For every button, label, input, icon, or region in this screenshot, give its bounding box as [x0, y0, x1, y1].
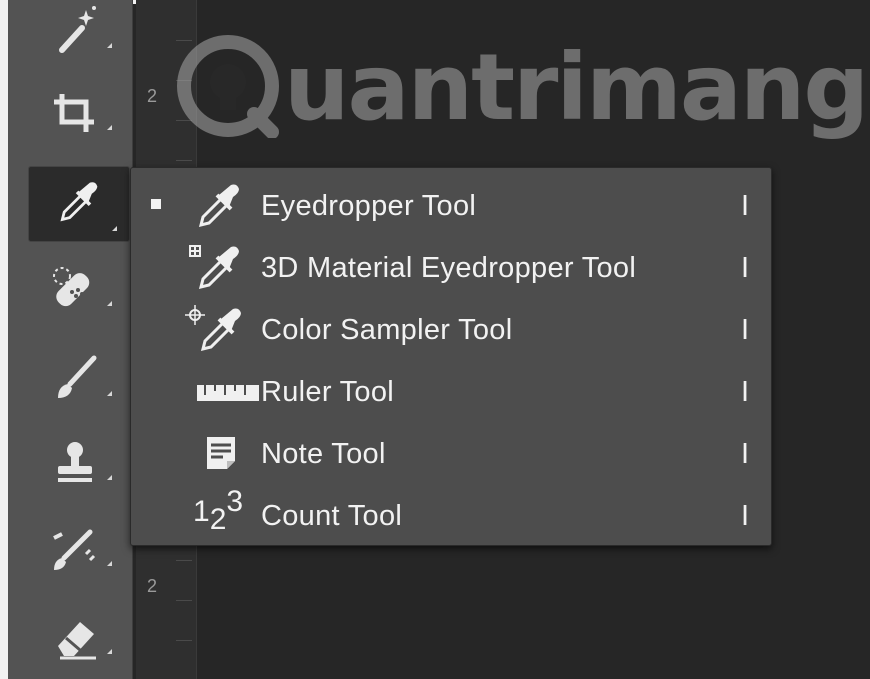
eyedropper-tool-flyout-menu: Eyedropper Tool I 3D Material Eyedropper… — [130, 167, 772, 546]
tool-group-indicator — [107, 43, 112, 48]
menu-item-count-tool[interactable]: 123 Count Tool I — [131, 485, 771, 547]
menu-item-label: 3D Material Eyedropper Tool — [261, 252, 637, 284]
color-sampler-icon — [185, 305, 241, 352]
brush-tool[interactable] — [38, 348, 122, 404]
menu-item-ruler-tool[interactable]: Ruler Tool I — [131, 361, 771, 423]
eyedropper-tool[interactable] — [28, 166, 130, 242]
clone-stamp-icon — [58, 442, 92, 482]
tool-group-indicator — [107, 301, 112, 306]
menu-item-color-sampler-tool[interactable]: Color Sampler Tool I — [131, 299, 771, 361]
ruler-icon — [197, 385, 259, 401]
menu-item-label: Eyedropper Tool — [261, 190, 477, 222]
eyedropper-icon — [198, 184, 239, 228]
ruler-number-top: 2 — [147, 86, 158, 106]
menu-item-shortcut: I — [741, 252, 750, 284]
tool-group-indicator — [112, 226, 117, 231]
selected-indicator — [151, 199, 161, 209]
window-edge-left — [0, 0, 8, 679]
menu-item-3d-material-eyedropper-tool[interactable]: 3D Material Eyedropper Tool I — [131, 237, 771, 299]
menu-item-note-tool[interactable]: Note Tool I — [131, 423, 771, 485]
brush-icon — [58, 355, 97, 398]
eyedropper-icon — [60, 182, 98, 222]
menu-item-shortcut: I — [741, 500, 750, 532]
tool-group-indicator — [107, 561, 112, 566]
count-icon: 123 — [193, 485, 244, 536]
menu-item-shortcut: I — [741, 438, 750, 470]
note-icon — [207, 437, 235, 469]
tool-group-indicator — [107, 649, 112, 654]
menu-item-label: Ruler Tool — [261, 376, 395, 408]
eraser-icon — [58, 622, 96, 660]
menu-item-eyedropper-tool[interactable]: Eyedropper Tool I — [131, 175, 771, 237]
tool-group-indicator — [107, 475, 112, 480]
tool-group-indicator — [107, 391, 112, 396]
crop-icon — [54, 94, 94, 132]
menu-item-shortcut: I — [741, 314, 750, 346]
menu-item-shortcut: I — [741, 190, 750, 222]
menu-item-label: Note Tool — [261, 438, 386, 470]
3d-material-eyedropper-icon — [189, 245, 239, 290]
spot-healing-brush-tool[interactable] — [38, 258, 122, 314]
magic-wand-icon — [59, 6, 96, 53]
magic-wand-tool[interactable] — [38, 0, 122, 56]
eraser-tool[interactable] — [38, 606, 122, 662]
crop-tool[interactable] — [38, 82, 122, 138]
tool-group-indicator — [107, 125, 112, 130]
menu-item-shortcut: I — [741, 376, 750, 408]
menu-item-label: Color Sampler Tool — [261, 314, 513, 346]
tools-panel — [8, 0, 133, 679]
history-brush-tool[interactable] — [38, 518, 122, 574]
spot-healing-brush-icon — [53, 267, 90, 307]
menu-item-label: Count Tool — [261, 500, 403, 532]
clone-stamp-tool[interactable] — [38, 432, 122, 488]
ruler-number-bottom: 2 — [147, 576, 158, 596]
history-brush-icon — [53, 529, 96, 570]
